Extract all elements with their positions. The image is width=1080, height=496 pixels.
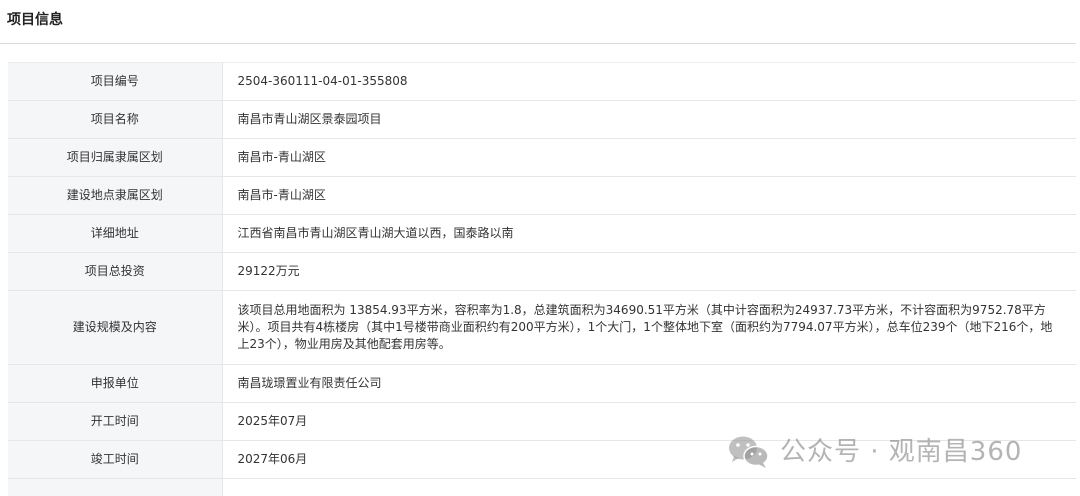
row-value-project-number: 2504-360111-04-01-355808 [222,62,1076,101]
row-value-start-time: 2025年07月 [222,402,1076,441]
table-row: 建设地点隶属区划 南昌市-青山湖区 [8,176,1076,215]
row-label-total-investment: 项目总投资 [8,252,223,291]
table-row: 项目总投资 29122万元 [8,252,1076,291]
row-value-project-name: 南昌市青山湖区景泰园项目 [222,100,1076,139]
row-label-completion-time: 竣工时间 [8,440,223,479]
row-label-start-time: 开工时间 [8,402,223,441]
table-row: 项目编号 2504-360111-04-01-355808 [8,62,1076,101]
row-value-address: 江西省南昌市青山湖区青山湖大道以西，国泰路以南 [222,214,1076,253]
row-value-scale-content: 该项目总用地面积为 13854.93平方米，容积率为1.8，总建筑面积为3469… [222,290,1076,365]
table-row [8,478,1076,496]
row-value-completion-time: 2027年06月 [222,440,1076,479]
row-label-scale-content: 建设规模及内容 [8,290,223,365]
row-value-project-district: 南昌市-青山湖区 [222,138,1076,177]
row-label-project-name: 项目名称 [8,100,223,139]
table-row: 建设规模及内容 该项目总用地面积为 13854.93平方米，容积率为1.8，总建… [8,290,1076,365]
row-label-site-district: 建设地点隶属区划 [8,176,223,215]
section-title: 项目信息 [7,12,63,28]
page: 项目信息 项目编号 2504-360111-04-01-355808 项目名称 … [0,0,1080,496]
table-row: 详细地址 江西省南昌市青山湖区青山湖大道以西，国泰路以南 [8,214,1076,253]
table-row: 项目归属隶属区划 南昌市-青山湖区 [8,138,1076,177]
project-info-table: 项目编号 2504-360111-04-01-355808 项目名称 南昌市青山… [8,62,1076,496]
table-row: 项目名称 南昌市青山湖区景泰园项目 [8,100,1076,139]
row-label-project-district: 项目归属隶属区划 [8,138,223,177]
row-label-empty [8,478,223,496]
table-row: 竣工时间 2027年06月 [8,440,1076,479]
row-value-empty [222,478,1076,496]
row-value-site-district: 南昌市-青山湖区 [222,176,1076,215]
table-row: 开工时间 2025年07月 [8,402,1076,441]
row-label-address: 详细地址 [8,214,223,253]
table-row: 申报单位 南昌珑璟置业有限责任公司 [8,364,1076,403]
row-label-project-number: 项目编号 [8,62,223,101]
row-value-total-investment: 29122万元 [222,252,1076,291]
section-header: 项目信息 [0,0,1076,44]
row-value-applicant: 南昌珑璟置业有限责任公司 [222,364,1076,403]
row-label-applicant: 申报单位 [8,364,223,403]
